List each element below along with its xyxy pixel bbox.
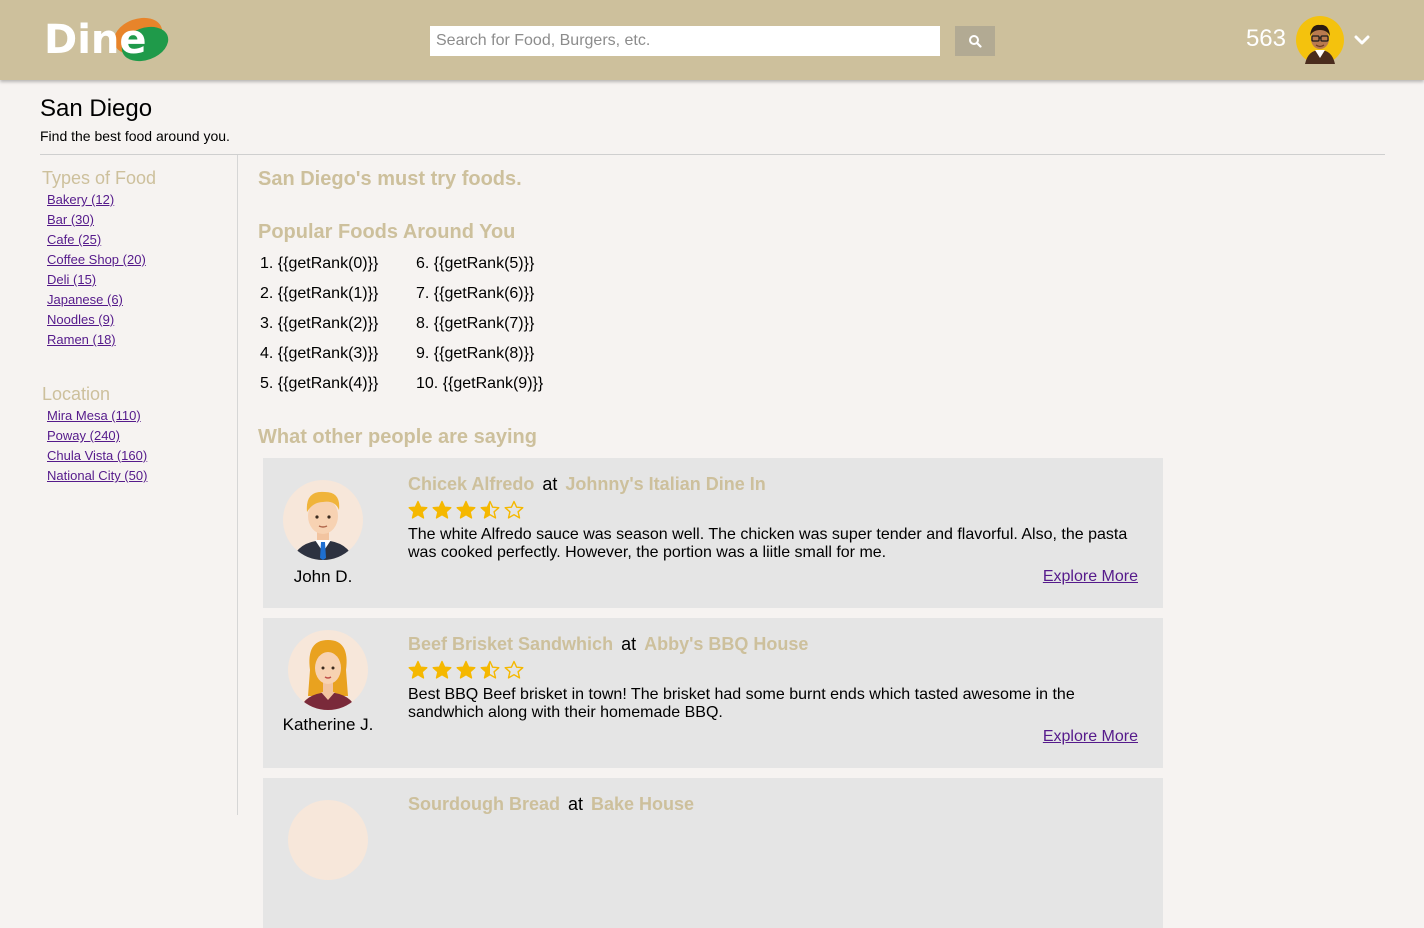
avatar [288,630,368,710]
location-link[interactable]: Chula Vista (160) [47,448,147,463]
rank-item: 8. {{getRank(7)}} [416,315,535,332]
food-type-link[interactable]: Cafe (25) [47,232,101,247]
review-card: Sourdough Bread at Bake House [263,778,1163,928]
list-item: Bakery (12) [47,190,146,210]
star-rating [408,660,524,680]
chevron-down-icon[interactable] [1354,33,1370,47]
list-item: Poway (240) [47,426,147,446]
review-title: Beef Brisket Sandwhich at Abby's BBQ House [408,634,808,655]
star-full-icon [456,660,476,679]
sidebar: Types of Food Bakery (12) Bar (30) Cafe … [0,155,238,815]
at-label: at [621,634,637,654]
at-label: at [568,794,584,814]
list-item: Ramen (18) [47,330,146,350]
list-item: Japanese (6) [47,290,146,310]
food-type-link[interactable]: Noodles (9) [47,312,114,327]
review-card: Katherine J. Beef Brisket Sandwhich at Abb… [263,618,1163,768]
rank-item: 4. {{getRank(3)}} [260,345,379,362]
food-type-link[interactable]: Coffee Shop (20) [47,252,146,267]
page-subtitle: Find the best food around you. [40,128,230,144]
location-link[interactable]: Mira Mesa (110) [47,408,141,423]
dine-logo[interactable]: Dine [44,10,174,70]
star-full-icon [432,500,452,519]
explore-more-link[interactable]: Explore More [1043,728,1138,746]
list-item: Mira Mesa (110) [47,406,147,426]
review-title: Sourdough Bread at Bake House [408,794,694,815]
types-of-food-heading: Types of Food [42,168,157,188]
location-link[interactable]: National City (50) [47,468,147,483]
rank-item: 6. {{getRank(5)}} [416,255,535,272]
at-label: at [542,474,558,494]
review-text: Best BBQ Beef brisket in town! The brisk… [408,686,1075,721]
rank-item: 2. {{getRank(1)}} [260,285,379,302]
location-list: Mira Mesa (110) Poway (240) Chula Vista … [47,406,147,486]
search-icon [969,35,982,48]
popular-foods-list-left: 1. {{getRank(0)}} 2. {{getRank(1)}} 3. {… [260,254,378,404]
rank-item: 1. {{getRank(0)}} [260,255,379,272]
list-item: Chula Vista (160) [47,446,147,466]
reviewer-name: John D. [293,567,353,586]
avatar [288,800,368,880]
food-type-link[interactable]: Japanese (6) [47,292,123,307]
list-item: Cafe (25) [47,230,146,250]
list-item: Coffee Shop (20) [47,250,146,270]
search-button[interactable] [955,26,995,56]
divider [40,154,1385,155]
reviewer-name: Katherine J. [282,715,374,734]
rank-item: 10. {{getRank(9)}} [416,375,544,392]
star-empty-icon [504,660,524,679]
star-full-icon [408,660,428,679]
review-text: The white Alfredo sauce was season well.… [408,526,1128,561]
review-title: Chicek Alfredo at Johnny's Italian Dine In [408,474,766,495]
star-full-icon [432,660,452,679]
food-type-link[interactable]: Deli (15) [47,272,96,287]
restaurant-name-link[interactable]: Abby's BBQ House [644,634,808,654]
user-avatar[interactable] [1296,16,1344,64]
restaurant-name-link[interactable]: Bake House [591,794,694,814]
star-empty-icon [504,500,524,519]
rank-item: 5. {{getRank(4)}} [260,375,379,392]
types-of-food-list: Bakery (12) Bar (30) Cafe (25) Coffee Sh… [47,190,146,350]
rank-item: 7. {{getRank(6)}} [416,285,535,302]
star-half-icon [480,500,500,519]
reviews-heading: What other people are saying [258,426,537,448]
rank-item: 3. {{getRank(2)}} [260,315,379,332]
list-item: Bar (30) [47,210,146,230]
rank-item: 9. {{getRank(8)}} [416,345,535,362]
list-item: Noodles (9) [47,310,146,330]
popular-foods-list-right: 6. {{getRank(5)}} 7. {{getRank(6)}} 8. {… [416,254,543,404]
star-rating [408,500,524,520]
food-type-link[interactable]: Ramen (18) [47,332,116,347]
star-full-icon [408,500,428,519]
logo-text: Dine [44,17,147,63]
restaurant-name-link[interactable]: Johnny's Italian Dine In [565,474,765,494]
location-heading: Location [42,384,111,404]
search-input[interactable] [430,26,940,56]
avatar [283,480,363,560]
explore-more-link[interactable]: Explore More [1043,568,1138,586]
food-name-link[interactable]: Chicek Alfredo [408,474,534,494]
list-item: Deli (15) [47,270,146,290]
food-type-link[interactable]: Bakery (12) [47,192,114,207]
must-try-heading: San Diego's must try foods. [258,168,522,190]
food-name-link[interactable]: Beef Brisket Sandwhich [408,634,613,654]
location-link[interactable]: Poway (240) [47,428,120,443]
popular-foods-heading: Popular Foods Around You [258,221,516,243]
food-type-link[interactable]: Bar (30) [47,212,94,227]
page-title: San Diego [40,95,153,122]
user-points: 563 [1245,25,1286,52]
star-half-icon [480,660,500,679]
star-full-icon [456,500,476,519]
top-navigation-bar: Dine 563 [0,0,1424,80]
list-item: National City (50) [47,466,147,486]
review-card: John D. Chicek Alfredo at Johnny's Italian… [263,458,1163,608]
food-name-link[interactable]: Sourdough Bread [408,794,560,814]
